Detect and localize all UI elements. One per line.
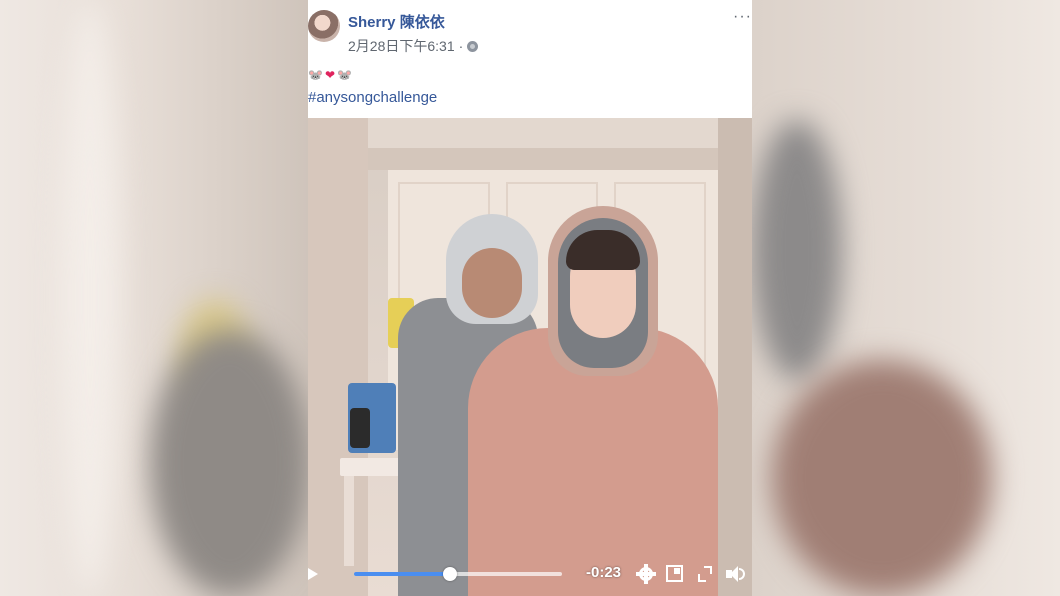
video-wall (308, 118, 368, 596)
video-person-man-face (462, 248, 522, 318)
video-toy (350, 408, 370, 448)
blurred-figure (150, 330, 308, 596)
progress-bar[interactable] (354, 567, 562, 581)
video-controls: -0:23 (308, 555, 752, 593)
settings-gear-icon[interactable] (636, 564, 656, 584)
progress-fill (354, 572, 450, 576)
progress-handle[interactable] (442, 567, 457, 581)
fullscreen-icon[interactable] (696, 564, 716, 584)
mouse-emoji: 🐭 (308, 68, 323, 82)
post-header: Sherry 陳依依 2月28日下午6:31 · ··· 🐭 ❤ 🐭 #anys… (308, 0, 752, 118)
avatar[interactable] (308, 10, 340, 42)
facebook-post-card: Sherry 陳依依 2月28日下午6:31 · ··· 🐭 ❤ 🐭 #anys… (308, 0, 752, 596)
video-table-leg (344, 476, 354, 566)
post-meta: 2月28日下午6:31 · (348, 36, 479, 56)
video-wall (718, 118, 752, 596)
blurred-backdrop-left (0, 0, 308, 596)
blurred-light (60, 0, 120, 596)
blurred-hood (752, 120, 842, 380)
picture-in-picture-icon[interactable] (666, 565, 683, 582)
video-ceiling-trim (368, 148, 718, 170)
blurred-backdrop-right (752, 0, 1060, 596)
blurred-figure (772, 360, 992, 596)
play-icon[interactable] (308, 568, 318, 580)
post-timestamp[interactable]: 2月28日下午6:31 (348, 36, 455, 56)
heart-emoji: ❤ (324, 68, 336, 82)
globe-icon (467, 40, 479, 52)
volume-icon[interactable] (726, 564, 746, 584)
mouse-emoji: 🐭 (337, 68, 352, 82)
meta-separator: · (458, 38, 464, 54)
hashtag-link[interactable]: #anysongchallenge (308, 89, 437, 106)
video-player[interactable] (308, 118, 752, 596)
author-name[interactable]: Sherry 陳依依 (348, 11, 445, 32)
post-emoji-line: 🐭 ❤ 🐭 (308, 68, 352, 82)
more-options-button[interactable]: ··· (733, 8, 752, 26)
remaining-time: -0:23 (586, 564, 622, 581)
